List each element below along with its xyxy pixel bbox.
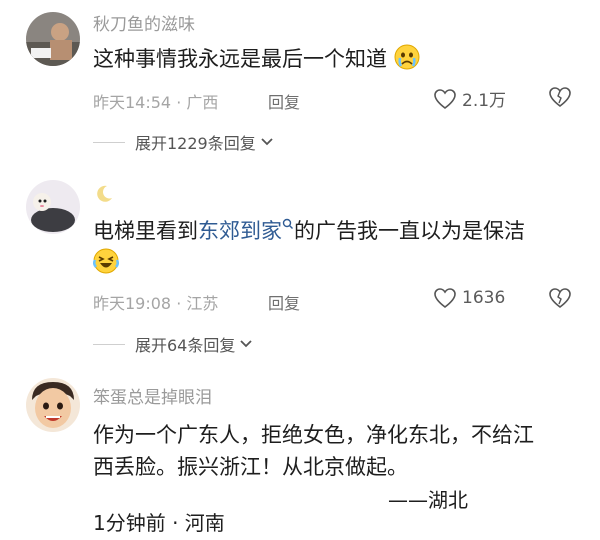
- heart-icon: [434, 288, 456, 309]
- chevron-down-icon: [240, 340, 253, 348]
- divider: [93, 141, 125, 143]
- expand-replies-label: 展开1229条回复: [135, 134, 256, 153]
- comment-time-location: 1分钟前 · 河南: [93, 511, 225, 535]
- reply-button[interactable]: 回复: [268, 290, 300, 314]
- comment-time-location: 昨天19:08 · 江苏: [93, 294, 219, 313]
- reply-button[interactable]: 回复: [268, 89, 300, 113]
- comment-text: 电梯里看到东郊到家 的广告我一直以为是保洁: [93, 214, 580, 248]
- comment-text-line2: 西丢脸。振兴浙江！从北京做起。: [93, 455, 408, 479]
- expand-replies-label: 展开64条回复: [135, 336, 236, 355]
- divider: [93, 343, 125, 345]
- broken-heart-icon: [549, 87, 571, 108]
- comment-text-line1: 作为一个广东人，拒绝女色，净化东北，不给江: [93, 423, 534, 447]
- broken-heart-icon: [549, 288, 571, 309]
- expand-replies-button[interactable]: 展开64条回复: [93, 332, 253, 356]
- like-button[interactable]: 1636: [433, 287, 505, 309]
- dislike-button[interactable]: [548, 287, 572, 313]
- avatar[interactable]: [26, 12, 80, 66]
- comment-username[interactable]: 秋刀鱼的滋味: [93, 10, 195, 35]
- comment-meta: 昨天19:08 · 江苏 回复 1636: [93, 287, 580, 313]
- search-link[interactable]: 东郊到家: [198, 218, 294, 243]
- crying-face-icon: [394, 44, 420, 70]
- like-count: 2.1万: [462, 91, 507, 111]
- comment-text: 这种事情我永远是最后一个知道: [93, 42, 580, 76]
- comment-meta: 昨天14:54 · 广西 回复 2.1万: [93, 86, 580, 112]
- comment-username[interactable]: 笨蛋总是掉眼泪: [93, 383, 212, 408]
- chevron-down-icon: [261, 138, 273, 146]
- comment-text-before-link: 电梯里看到: [93, 219, 198, 243]
- dislike-button[interactable]: [548, 86, 572, 112]
- avatar[interactable]: [26, 180, 80, 234]
- laughing-tears-icon: [92, 248, 120, 274]
- search-icon: [282, 218, 293, 229]
- avatar[interactable]: [26, 378, 80, 432]
- comment-text-line2: [92, 246, 580, 280]
- like-count: 1636: [462, 288, 506, 308]
- comment-text-after-link: 的广告我一直以为是保洁: [294, 219, 525, 243]
- moon-icon: [93, 183, 115, 205]
- comment-text-content: 这种事情我永远是最后一个知道: [93, 47, 387, 71]
- search-link-text: 东郊到家: [198, 219, 282, 243]
- like-button[interactable]: 2.1万: [433, 86, 506, 111]
- expand-replies-button[interactable]: 展开1229条回复: [93, 130, 274, 154]
- comment-time-location: 昨天14:54 · 广西: [93, 93, 219, 112]
- heart-icon: [434, 88, 456, 109]
